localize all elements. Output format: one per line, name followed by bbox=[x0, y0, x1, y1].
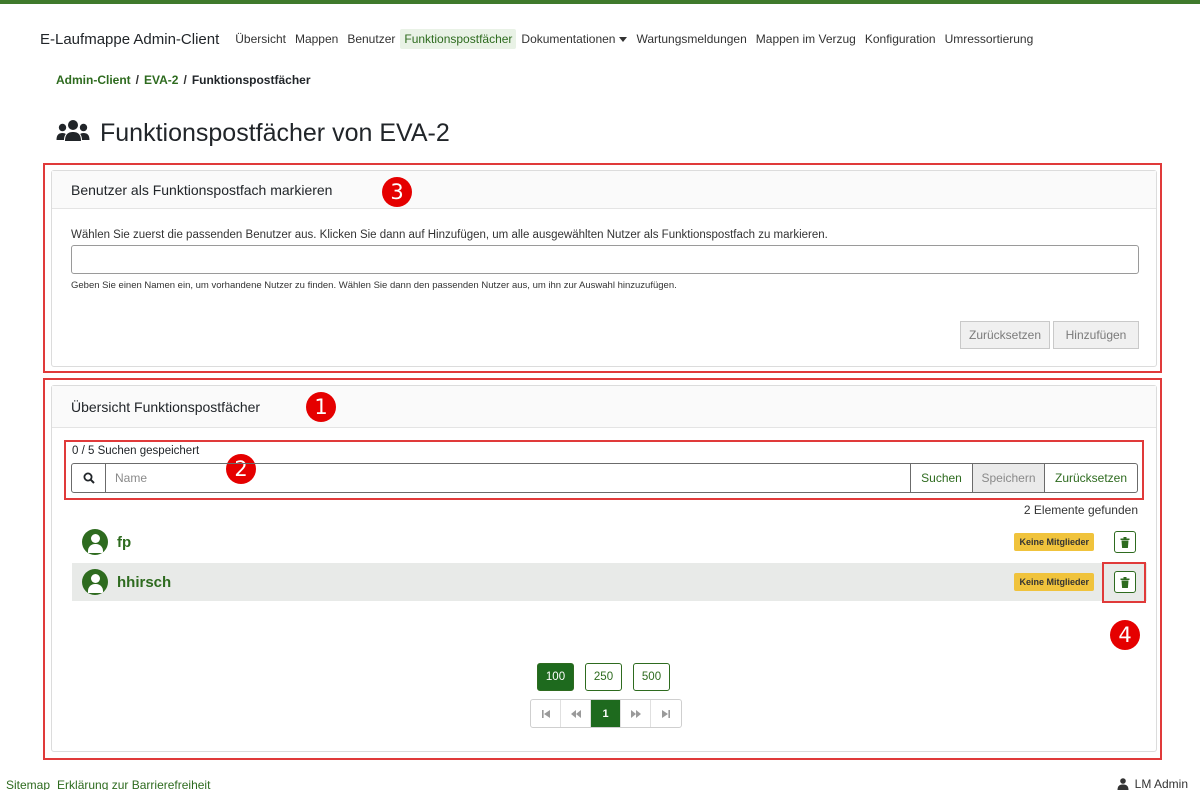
user-name: LM Admin bbox=[1134, 777, 1188, 790]
first-page-icon[interactable] bbox=[531, 700, 561, 727]
search-bar: Name Suchen Speichern Zurücksetzen bbox=[71, 463, 1138, 493]
list-item[interactable]: hhirsch Keine Mitglieder bbox=[72, 563, 1147, 601]
save-search-button[interactable]: Speichern bbox=[972, 464, 1044, 492]
nav-item-konfiguration[interactable]: Konfiguration bbox=[861, 29, 940, 49]
nav-item-uebersicht[interactable]: Übersicht bbox=[231, 29, 290, 49]
overview-card-header: Übersicht Funktionspostfächer bbox=[52, 386, 1156, 428]
add-button[interactable]: Hinzufügen bbox=[1053, 321, 1139, 349]
mark-card-title: Benutzer als Funktionspostfach markieren bbox=[71, 181, 333, 198]
last-page-icon[interactable] bbox=[651, 700, 681, 727]
user-icon bbox=[1117, 778, 1129, 790]
sitemap-link[interactable]: Sitemap bbox=[6, 778, 50, 790]
page-size-100[interactable]: 100 bbox=[537, 663, 574, 691]
nav-item-umressortierung[interactable]: Umressortierung bbox=[941, 29, 1038, 49]
mailbox-name[interactable]: fp bbox=[117, 534, 131, 551]
user-avatar-icon bbox=[82, 569, 108, 595]
breadcrumb-admin-client[interactable]: Admin-Client bbox=[56, 73, 131, 87]
footer-links: Sitemap Erklärung zur Barrierefreiheit bbox=[6, 778, 210, 790]
main-navbar: E-Laufmappe Admin-Client Übersicht Mappe… bbox=[40, 27, 1038, 51]
nav-item-mappen-im-verzug[interactable]: Mappen im Verzug bbox=[752, 29, 860, 49]
nav-item-funktionspostfaecher[interactable]: Funktionspostfächer bbox=[400, 29, 517, 49]
mailbox-name[interactable]: hhirsch bbox=[117, 574, 171, 591]
search-input[interactable]: Name bbox=[106, 464, 910, 492]
nav-item-mappen[interactable]: Mappen bbox=[291, 29, 342, 49]
breadcrumb-current: Funktionspostfächer bbox=[191, 73, 311, 87]
top-accent-bar bbox=[0, 0, 1200, 4]
mark-card-header: Benutzer als Funktionspostfach markieren bbox=[52, 171, 1156, 209]
pagination: 1 bbox=[530, 699, 682, 728]
status-badge: Keine Mitglieder bbox=[1014, 533, 1094, 551]
page-size-500[interactable]: 500 bbox=[633, 663, 670, 691]
overview-card-title: Übersicht Funktionspostfächer bbox=[71, 398, 261, 415]
page-1[interactable]: 1 bbox=[591, 700, 621, 727]
annotation-marker-1: 1 bbox=[306, 392, 336, 422]
user-select-help-text: Geben Sie einen Namen ein, um vorhandene… bbox=[71, 280, 677, 291]
page-size-250[interactable]: 250 bbox=[585, 663, 622, 691]
breadcrumb: Admin-Client / EVA-2 / Funktionspostfächer bbox=[56, 73, 311, 87]
user-menu[interactable]: LM Admin bbox=[1117, 777, 1188, 790]
user-avatar-icon bbox=[82, 529, 108, 555]
nav-item-wartungsmeldungen[interactable]: Wartungsmeldungen bbox=[632, 29, 750, 49]
delete-button[interactable] bbox=[1114, 531, 1136, 553]
breadcrumb-separator: / bbox=[183, 73, 187, 87]
annotation-marker-3: 3 bbox=[382, 177, 412, 207]
previous-page-icon[interactable] bbox=[561, 700, 591, 727]
saved-searches-count: 0 / 5 Suchen gespeichert bbox=[72, 445, 200, 457]
page-title-text: Funktionspostfächer von EVA-2 bbox=[100, 119, 450, 147]
breadcrumb-eva-2[interactable]: EVA-2 bbox=[144, 73, 178, 87]
trash-icon bbox=[1120, 536, 1130, 548]
list-item[interactable]: fp Keine Mitglieder bbox=[72, 523, 1147, 561]
nav-item-dokumentationen-label: Dokumentationen bbox=[521, 32, 616, 46]
reset-selection-button[interactable]: Zurücksetzen bbox=[960, 321, 1050, 349]
users-icon bbox=[56, 119, 90, 148]
status-badge: Keine Mitglieder bbox=[1014, 573, 1094, 591]
app-brand[interactable]: E-Laufmappe Admin-Client bbox=[40, 31, 219, 48]
results-count: 2 Elemente gefunden bbox=[1023, 503, 1138, 517]
annotation-box-4 bbox=[1102, 562, 1146, 603]
nav-item-dokumentationen[interactable]: Dokumentationen bbox=[517, 29, 631, 49]
accessibility-statement-link[interactable]: Erklärung zur Barrierefreiheit bbox=[57, 778, 210, 790]
reset-search-button[interactable]: Zurücksetzen bbox=[1044, 464, 1137, 492]
caret-down-icon bbox=[619, 37, 628, 43]
nav-item-benutzer[interactable]: Benutzer bbox=[343, 29, 399, 49]
search-button[interactable]: Suchen bbox=[910, 464, 972, 492]
annotation-marker-4: 4 bbox=[1110, 620, 1140, 650]
breadcrumb-separator: / bbox=[135, 73, 140, 87]
page-title: Funktionspostfächer von EVA-2 bbox=[56, 119, 450, 148]
user-select-input[interactable] bbox=[71, 245, 1139, 274]
next-page-icon[interactable] bbox=[621, 700, 651, 727]
search-icon bbox=[72, 464, 106, 492]
mark-card-instruction: Wählen Sie zuerst die passenden Benutzer… bbox=[71, 229, 828, 241]
